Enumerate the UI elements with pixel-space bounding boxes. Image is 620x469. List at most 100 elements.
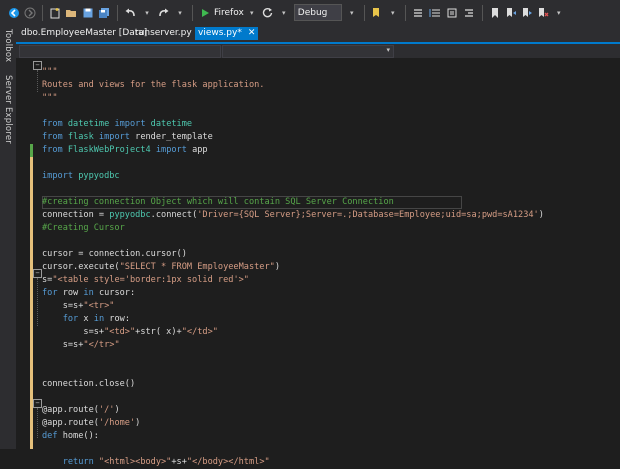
undo-icon[interactable] <box>122 3 139 23</box>
code-token: import <box>42 171 79 181</box>
code-line: connection.close() <box>42 378 135 391</box>
fold-guide <box>37 70 39 92</box>
code-line: from flask import render_template <box>42 131 213 144</box>
find-icon[interactable] <box>369 3 385 23</box>
code-token: cursor = connection.cursor() <box>42 249 187 259</box>
more-options-icon[interactable]: ▾ <box>551 3 567 23</box>
fold-guide <box>37 408 39 438</box>
code-line: connection = pypyodbc.connect('Driver={S… <box>42 209 544 222</box>
code-line: from datetime import datetime <box>42 118 192 131</box>
browser-label[interactable]: Firefox <box>214 8 244 18</box>
code-token: Routes and views for the flask applicati… <box>42 80 265 90</box>
code-line: s=s+"<tr>" <box>42 300 115 313</box>
save-icon[interactable] <box>80 3 96 23</box>
redo-dropdown-icon[interactable]: ▾ <box>172 3 188 23</box>
main-toolbar: ▾ ▾ Firefox ▾ ▾ Debug ▾ ▾ ▾ <box>0 0 620 25</box>
toolbar-overflow-icon[interactable]: ▾ <box>385 3 401 23</box>
code-token: import <box>155 145 193 155</box>
fold-guide <box>37 278 39 326</box>
back-icon[interactable] <box>6 3 22 23</box>
next-bookmark-icon[interactable] <box>519 3 535 23</box>
start-debug-icon[interactable] <box>197 3 213 23</box>
code-token: ) <box>114 405 120 415</box>
tab-runserver[interactable]: runserver.py <box>132 27 195 40</box>
code-token: in <box>93 314 110 324</box>
close-icon[interactable]: ✕ <box>248 28 256 38</box>
code-token: "</body></html>" <box>186 457 270 467</box>
browser-dropdown-icon[interactable]: ▾ <box>244 3 260 23</box>
code-token: 'Driver={SQL Server};Server=.;Database=E… <box>197 210 539 220</box>
forward-icon[interactable] <box>22 3 38 23</box>
editor-gutter <box>16 58 33 449</box>
code-token: +s+ <box>171 457 187 467</box>
toolbox-tab[interactable]: Toolbox <box>3 29 13 62</box>
bookmark-icon[interactable] <box>487 3 503 23</box>
code-token: "</tr>" <box>83 340 120 350</box>
undo-dropdown-icon[interactable]: ▾ <box>139 3 155 23</box>
code-token: ) <box>538 210 544 220</box>
code-token: pypyodbc <box>109 210 151 220</box>
code-token: +str( x)+ <box>135 327 182 337</box>
server-explorer-tab[interactable]: Server Explorer <box>3 75 13 144</box>
indent-icon[interactable] <box>444 3 461 23</box>
code-line: s=s+"</tr>" <box>42 339 120 352</box>
prev-bookmark-icon[interactable] <box>503 3 519 23</box>
fold-toggle-for-loop[interactable]: − <box>33 269 42 278</box>
code-token: row <box>62 288 84 298</box>
tab-views-label: views.py* <box>198 28 242 38</box>
open-folder-icon[interactable] <box>63 3 80 23</box>
code-token: import <box>114 119 151 129</box>
code-token: datetime <box>67 119 115 129</box>
code-line: import pypyodbc <box>42 170 120 183</box>
refresh-icon[interactable] <box>260 3 276 23</box>
code-token: """ <box>42 93 58 103</box>
chevron-down-icon: ▾ <box>386 46 390 54</box>
code-token: s=s+ <box>42 301 84 311</box>
code-token: "<table style='border:1px solid red'>" <box>52 275 249 285</box>
code-token: cursor: <box>98 288 136 298</box>
code-token: '/home' <box>98 418 136 428</box>
code-token: cursor.execute( <box>42 262 120 272</box>
code-token: import <box>98 132 136 142</box>
class-dropdown[interactable] <box>19 45 221 58</box>
code-editor[interactable]: − − − """ Routes and views for the flask … <box>16 58 620 467</box>
code-token: return <box>42 457 99 467</box>
change-marker-saved <box>30 144 33 157</box>
code-token: for <box>42 288 63 298</box>
code-token: "<html><body>" <box>98 457 172 467</box>
code-token: from <box>42 145 68 155</box>
uncomment-lines-icon[interactable] <box>427 3 444 23</box>
configuration-value: Debug <box>297 7 328 18</box>
code-token: FlaskWebProject4 <box>67 145 156 155</box>
code-token: home(): <box>62 431 99 441</box>
code-token: connection.close() <box>42 379 136 389</box>
refresh-dropdown-icon[interactable]: ▾ <box>276 3 292 23</box>
code-token: "</td>" <box>181 327 218 337</box>
code-token: from <box>42 132 68 142</box>
outdent-icon[interactable] <box>461 3 478 23</box>
configuration-dropdown-icon[interactable]: ▾ <box>344 3 360 23</box>
code-token: pypyodbc <box>78 171 120 181</box>
code-line: Routes and views for the flask applicati… <box>42 79 264 92</box>
code-token: def <box>42 431 63 441</box>
save-all-icon[interactable] <box>96 3 113 23</box>
tab-employee-master-data[interactable]: dbo.EmployeeMaster [Data] <box>18 27 150 40</box>
code-line: @app.route('/') <box>42 404 120 417</box>
fold-toggle-def-home[interactable]: − <box>33 399 42 408</box>
comment-lines-icon[interactable] <box>410 3 427 23</box>
code-token: "<td>" <box>104 327 136 337</box>
code-token: """ <box>42 67 58 77</box>
code-token: s=s+ <box>42 340 84 350</box>
redo-icon[interactable] <box>155 3 172 23</box>
configuration-select[interactable]: Debug <box>293 4 342 21</box>
code-line: @app.route('/home') <box>42 417 140 430</box>
navigation-bar: ▾ <box>16 44 620 58</box>
fold-toggle-docstring[interactable]: − <box>33 61 42 70</box>
tab-views[interactable]: views.py* ✕ <box>195 27 259 40</box>
document-tab-bar: dbo.EmployeeMaster [Data] runserver.py v… <box>16 25 620 42</box>
member-dropdown[interactable]: ▾ <box>222 45 394 58</box>
code-token: #creating connection Object which will c… <box>42 197 394 207</box>
new-project-icon[interactable] <box>47 3 63 23</box>
code-token: ) <box>135 418 141 428</box>
clear-bookmarks-icon[interactable] <box>535 3 551 23</box>
